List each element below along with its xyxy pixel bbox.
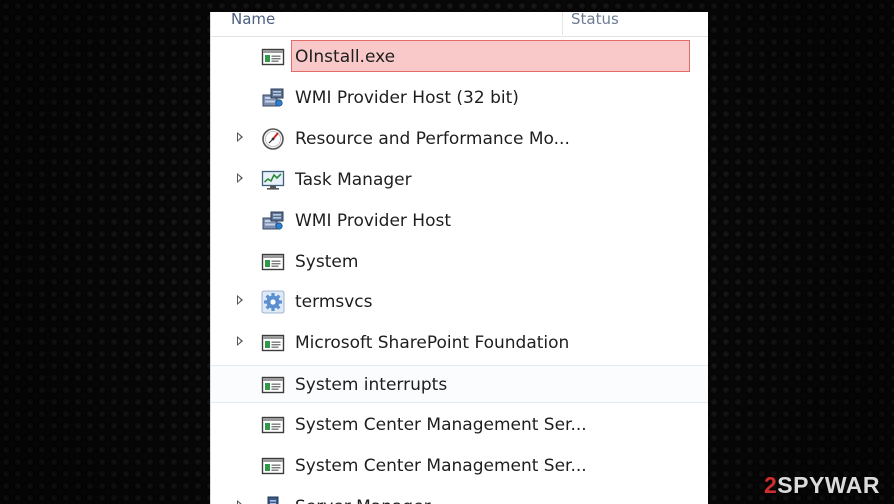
expand-arrow-icon[interactable] bbox=[237, 499, 243, 504]
process-name: System Center Management Ser... bbox=[295, 415, 587, 436]
column-divider[interactable] bbox=[562, 12, 563, 35]
watermark-accent: 2 bbox=[764, 472, 778, 498]
expand-arrow-icon[interactable] bbox=[237, 336, 243, 347]
process-name: System interrupts bbox=[295, 375, 448, 396]
performance-monitor-icon bbox=[261, 127, 285, 151]
wmi-host-icon bbox=[261, 209, 285, 233]
process-name: System bbox=[295, 251, 359, 272]
task-manager-icon bbox=[261, 168, 285, 192]
process-row[interactable]: WMI Provider Host bbox=[211, 202, 708, 240]
process-row[interactable]: Task Manager bbox=[211, 161, 708, 199]
column-header-status[interactable]: Status bbox=[571, 12, 619, 27]
process-row[interactable]: System Center Management Ser... bbox=[211, 406, 708, 444]
watermark-text: SPYWAR bbox=[777, 472, 880, 498]
app-window-icon bbox=[261, 331, 285, 355]
service-gear-icon bbox=[261, 290, 285, 314]
process-name: termsvcs bbox=[295, 292, 373, 313]
process-row[interactable]: termsvcs bbox=[211, 283, 708, 321]
expand-arrow-icon[interactable] bbox=[237, 131, 243, 142]
app-window-icon bbox=[261, 454, 285, 478]
process-name: WMI Provider Host bbox=[295, 210, 451, 231]
task-manager-process-list: Name Status OInstall.exe WMI Provider Hos… bbox=[210, 12, 708, 504]
wmi-host-icon bbox=[261, 86, 285, 110]
server-manager-icon bbox=[261, 495, 285, 504]
process-name: OInstall.exe bbox=[295, 47, 396, 67]
process-row[interactable]: System interrupts bbox=[211, 365, 708, 404]
process-name: Microsoft SharePoint Foundation bbox=[295, 333, 570, 354]
app-window-icon bbox=[261, 373, 285, 397]
process-name: WMI Provider Host (32 bit) bbox=[295, 87, 519, 108]
watermark-logo: 2SPYWAR bbox=[764, 472, 880, 499]
process-row[interactable]: WMI Provider Host (32 bit) bbox=[211, 79, 708, 117]
list-header: Name Status bbox=[211, 12, 708, 37]
process-name: System Center Management Ser... bbox=[295, 456, 587, 476]
process-row[interactable]: System Center Management Ser... bbox=[211, 447, 708, 485]
app-window-icon bbox=[261, 45, 285, 69]
process-name: Resource and Performance Mo... bbox=[295, 128, 570, 149]
expand-arrow-icon[interactable] bbox=[237, 172, 243, 183]
process-row[interactable]: OInstall.exe bbox=[211, 38, 708, 76]
process-row[interactable]: Server Manager bbox=[211, 488, 708, 504]
process-row[interactable]: Microsoft SharePoint Foundation bbox=[211, 324, 708, 362]
process-name: Server Manager bbox=[295, 496, 431, 504]
process-row[interactable]: Resource and Performance Mo... bbox=[211, 120, 708, 158]
process-name: Task Manager bbox=[295, 169, 412, 190]
column-header-name[interactable]: Name bbox=[231, 12, 275, 34]
expand-arrow-icon[interactable] bbox=[237, 295, 243, 306]
app-window-icon bbox=[261, 413, 285, 437]
app-window-icon bbox=[261, 250, 285, 274]
process-row[interactable]: System bbox=[211, 243, 708, 281]
